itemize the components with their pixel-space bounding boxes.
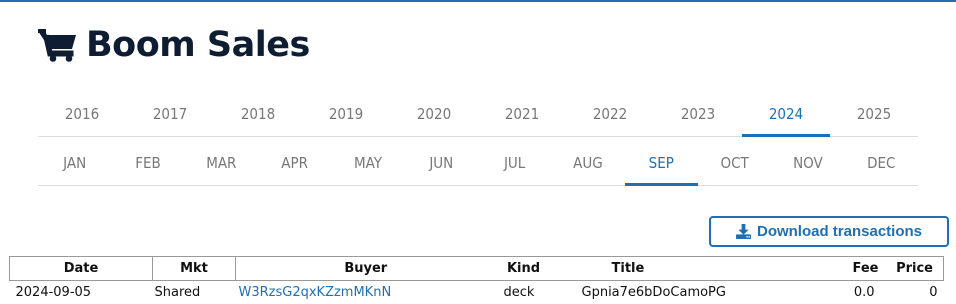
download-icon	[735, 224, 751, 239]
tab-year-2025[interactable]: 2025	[830, 92, 918, 136]
tab-month-jul[interactable]: JUL	[478, 140, 551, 185]
tab-month-aug[interactable]: AUG	[551, 140, 624, 185]
tab-month-apr[interactable]: APR	[258, 140, 331, 185]
tab-month-oct[interactable]: OCT	[698, 140, 771, 185]
cell-kind: deck	[503, 284, 535, 300]
tab-year-2020[interactable]: 2020	[390, 92, 478, 136]
column-header-price[interactable]: Price	[886, 256, 944, 281]
tab-year-2018[interactable]: 2018	[214, 92, 302, 136]
transactions-table: Date Mkt Buyer Kind Title Fee Price 2024…	[9, 256, 944, 303]
download-button-label: Download transactions	[756, 223, 923, 240]
column-header-title[interactable]: Title	[551, 256, 817, 281]
tab-month-sep[interactable]: SEP	[624, 140, 699, 186]
tab-month-nov[interactable]: NOV	[771, 140, 844, 185]
cell-mkt: Shared	[154, 284, 201, 300]
tab-month-jan[interactable]: JAN	[38, 140, 111, 185]
tab-year-2016[interactable]: 2016	[38, 92, 126, 136]
year-tabs: 2016 2017 2018 2019 2020 2021 2022 2023 2024 2025	[38, 92, 918, 137]
tab-month-feb[interactable]: FEB	[111, 140, 184, 185]
column-header-date[interactable]: Date	[9, 256, 153, 281]
cell-fee: 0.0	[853, 284, 875, 300]
column-header-fee[interactable]: Fee	[816, 256, 887, 281]
tab-month-may[interactable]: MAY	[331, 140, 404, 185]
shopping-cart-icon	[38, 29, 76, 62]
cell-date: 2024-09-05	[15, 284, 92, 300]
tab-year-2023[interactable]: 2023	[654, 92, 742, 136]
page-title: Boom Sales	[86, 25, 310, 65]
tab-year-2017[interactable]: 2017	[126, 92, 214, 136]
tab-month-mar[interactable]: MAR	[185, 140, 258, 185]
column-header-mkt[interactable]: Mkt	[152, 256, 236, 281]
buyer-link[interactable]: W3RzsG2qxKZzmMKnN	[239, 285, 392, 300]
tab-month-jun[interactable]: JUN	[405, 140, 478, 185]
table-header-row: Date Mkt Buyer Kind Title Fee Price	[9, 256, 944, 281]
tab-year-2021[interactable]: 2021	[478, 92, 566, 136]
cell-price: 0	[929, 284, 938, 300]
page-header: Boom Sales	[38, 22, 310, 68]
tab-year-2019[interactable]: 2019	[302, 92, 390, 136]
download-transactions-button[interactable]: Download transactions	[709, 216, 949, 247]
column-header-kind[interactable]: Kind	[495, 256, 552, 281]
tab-month-dec[interactable]: DEC	[845, 140, 918, 185]
table-row: 2024-09-05 Shared W3RzsG2qxKZzmMKnN deck…	[10, 281, 944, 304]
column-header-buyer[interactable]: Buyer	[235, 256, 496, 281]
month-tabs: JAN FEB MAR APR MAY JUN JUL AUG SEP OCT NOV DEC	[38, 140, 918, 186]
cell-title: Gpnia7e6bDoCamoPG	[581, 284, 726, 300]
tab-year-2022[interactable]: 2022	[566, 92, 654, 136]
cell-buyer: W3RzsG2qxKZzmMKnN	[236, 281, 496, 304]
tab-year-2024[interactable]: 2024	[742, 92, 830, 137]
top-accent-bar	[0, 0, 956, 2]
